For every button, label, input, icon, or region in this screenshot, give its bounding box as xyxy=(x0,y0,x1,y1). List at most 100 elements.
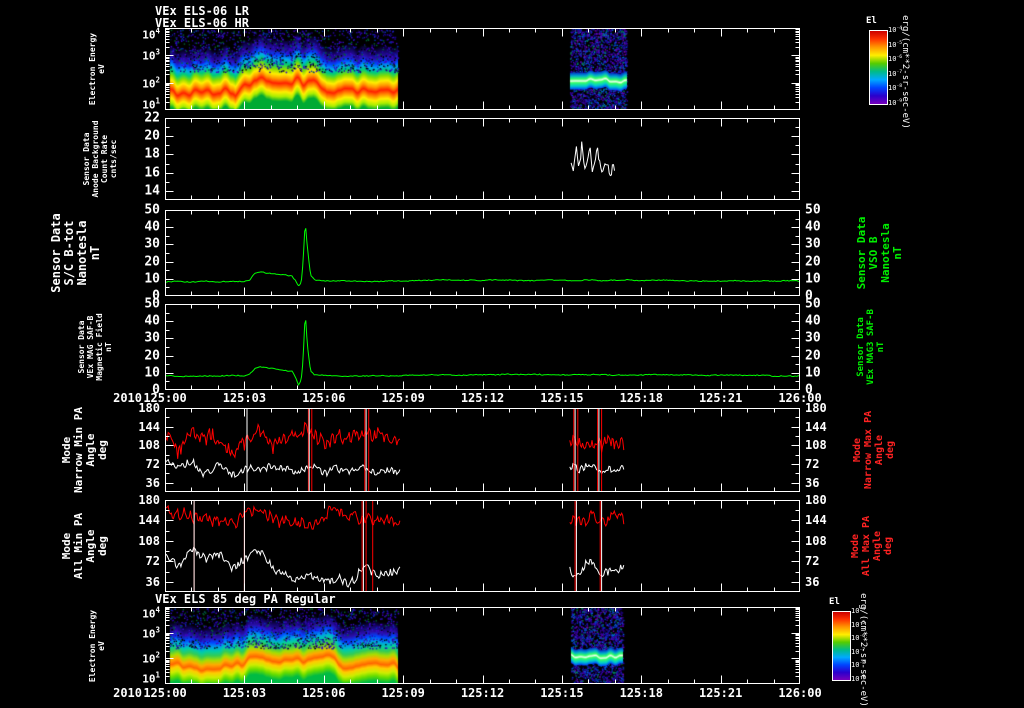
ytick-label-right-narrow_pa: 108 xyxy=(805,438,827,453)
colorbar-tick-label: 10-4 xyxy=(888,25,903,35)
time-tick-label-top: 125:06 xyxy=(302,391,346,405)
axis-frame xyxy=(165,304,800,390)
spec_bot-left-axis-label-line: Electron Energy xyxy=(88,609,97,682)
mag-left-axis-label: Sensor Data VEx MAG SAF-B Magnetic Field nT xyxy=(77,313,113,380)
ytick-label-left-mag: 50 xyxy=(144,296,160,312)
ytick-label-left-btot: 50 xyxy=(144,202,160,218)
spec_top-plot xyxy=(165,28,800,110)
ytick-label-left-counts: 18 xyxy=(144,146,160,162)
ytick-label-left-mag: 20 xyxy=(144,348,160,364)
axis-ticks xyxy=(165,607,800,684)
ytick-label-right-all_pa: 108 xyxy=(805,533,827,548)
spec_top-left-axis-label-line: eV xyxy=(97,64,106,74)
time-tick-label-top: 125:12 xyxy=(460,391,505,405)
ytick-label-left-all_pa: 144 xyxy=(138,513,160,528)
panel-spec_top xyxy=(165,28,800,110)
time-tick-label-bottom: 126:00 xyxy=(778,686,822,700)
ytick-label-left-narrow_pa: 36 xyxy=(145,475,160,490)
ytick-label-right-narrow_pa: 72 xyxy=(805,457,820,471)
colorbar-tick-label: 10-5 xyxy=(888,40,903,49)
time-tick-label-top: 125:21 xyxy=(698,391,743,405)
time-tick-label-top: 125:03 xyxy=(222,391,267,405)
axis-ticks xyxy=(165,28,800,110)
spec_bot-left-axis-label-line: eV xyxy=(97,640,106,651)
mag-right-axis-label-line: Sensor Data xyxy=(856,317,866,377)
mag-left-axis-label-line: VEx MAG SAF-B xyxy=(86,315,95,379)
time-tick-label-bottom: 125:03 xyxy=(222,686,267,700)
mag-plot xyxy=(165,304,800,390)
axis-ticks xyxy=(165,408,800,492)
time-tick-label-top: 125:09 xyxy=(381,391,425,405)
all-max-pa-trace xyxy=(569,509,625,528)
ytick-label-left-btot: 40 xyxy=(144,219,160,235)
ytick-label-right-btot: 50 xyxy=(805,202,821,218)
ytick-label-left-counts: 22 xyxy=(144,110,160,126)
colorbar-bottom-title: El xyxy=(829,597,840,607)
vex-mag-saf-b-trace xyxy=(165,320,800,386)
all_pa-right-axis-label-line: Mode xyxy=(850,533,861,559)
panel-all_pa xyxy=(165,500,800,592)
axis-ticks xyxy=(165,500,800,592)
axis-frame xyxy=(165,408,800,492)
ytick-label-left-all_pa: 108 xyxy=(138,533,160,548)
mag-left-axis-label-line: Sensor Data xyxy=(77,320,86,374)
colorbar-tick-label: 10-6 xyxy=(888,55,903,64)
counts-left-axis-label-line: Count Rate xyxy=(100,134,109,184)
all_pa-left-axis-label: Mode All Min PA Angle deg xyxy=(60,513,109,579)
counts-left-axis-label: Sensor Data Anode Background Count Rate cnt… xyxy=(82,120,118,197)
ytick-label-left-spec_bot: 101 xyxy=(142,670,160,686)
sc-b-total-trace xyxy=(165,228,800,287)
axis-frame xyxy=(165,607,800,684)
ytick-label-right-btot: 30 xyxy=(805,236,821,252)
ytick-label-right-mag: 10 xyxy=(805,365,821,381)
axis-ticks xyxy=(165,210,800,296)
time-tick-label-bottom: 125:06 xyxy=(302,686,346,700)
btot-left-axis-label: Sensor Data S/C B-tot Nanotesla nT xyxy=(49,213,102,292)
counts-plot xyxy=(165,118,800,200)
colorbar-tick-label: 10-8 xyxy=(851,661,866,670)
all_pa-right-axis-label-line: Angle xyxy=(872,530,883,562)
ytick-label-left-counts: 14 xyxy=(144,183,160,199)
axis-frame xyxy=(165,500,800,592)
counts-left-axis-label-line: cnts/sec xyxy=(109,139,118,179)
narrow_pa-right-axis-label-line: Angle xyxy=(874,434,885,466)
colorbar-top xyxy=(869,30,888,105)
colorbar-tick-label: 10-8 xyxy=(888,84,903,93)
ytick-label-right-mag: 30 xyxy=(805,330,821,346)
time-tick-label-top: 125:00 xyxy=(143,391,187,405)
ytick-label-right-mag: 40 xyxy=(805,313,821,329)
ytick-label-right-all_pa: 72 xyxy=(805,554,820,569)
anode-background-count-rate-trace xyxy=(570,141,615,177)
panel-mag xyxy=(165,304,800,390)
narrow_pa-plot xyxy=(165,408,800,492)
ytick-label-right-btot: 40 xyxy=(805,219,821,235)
time-tick-label-bottom: 125:12 xyxy=(460,686,505,700)
narrow_pa-left-axis-label: Mode Narrow Min PA Angle deg xyxy=(60,407,109,493)
ytick-label-left-spec_bot: 103 xyxy=(142,625,160,640)
ytick-label-left-btot: 10 xyxy=(144,271,160,287)
ytick-label-left-mag: 30 xyxy=(144,330,160,346)
colorbar-tick-label: 10-7 xyxy=(888,69,903,78)
counts-left-axis-label-line: Anode Background xyxy=(91,120,100,198)
time-tick-label-bottom: 125:18 xyxy=(619,686,663,700)
ytick-label-right-btot: 20 xyxy=(805,254,821,270)
ytick-label-right-btot: 10 xyxy=(805,271,821,287)
mag-right-axis-label: Sensor Data VEx MAG3 SAF-B nT xyxy=(856,309,886,385)
colorbar-bottom xyxy=(832,611,851,681)
ytick-label-left-spec_bot: 102 xyxy=(142,651,160,666)
ytick-label-right-narrow_pa: 144 xyxy=(805,419,827,434)
narrow_pa-right-axis-label: Mode Narrow Max PA Angle deg xyxy=(852,411,896,489)
colorbar-top-title: El xyxy=(866,16,877,26)
panel-spec_bot xyxy=(165,607,800,684)
mag-left-axis-label-line: nT xyxy=(104,342,113,352)
mag-right-axis-label-line: VEx MAG3 SAF-B xyxy=(866,309,876,385)
ytick-label-left-spec_bot: 104 xyxy=(142,605,160,621)
all_pa-right-axis-label-line: deg xyxy=(883,536,894,556)
ytick-label-left-all_pa: 72 xyxy=(145,554,160,569)
counts-left-axis-label-line: Sensor Data xyxy=(82,132,91,186)
spec_top-left-axis-label: Electron Energy eV xyxy=(88,33,106,105)
ytick-label-left-all_pa: 180 xyxy=(138,493,160,507)
spec_bot-left-axis-label: Electron Energy eV xyxy=(88,609,106,681)
btot-left-axis-label-line: nT xyxy=(88,245,102,261)
axis-ticks xyxy=(165,304,800,390)
